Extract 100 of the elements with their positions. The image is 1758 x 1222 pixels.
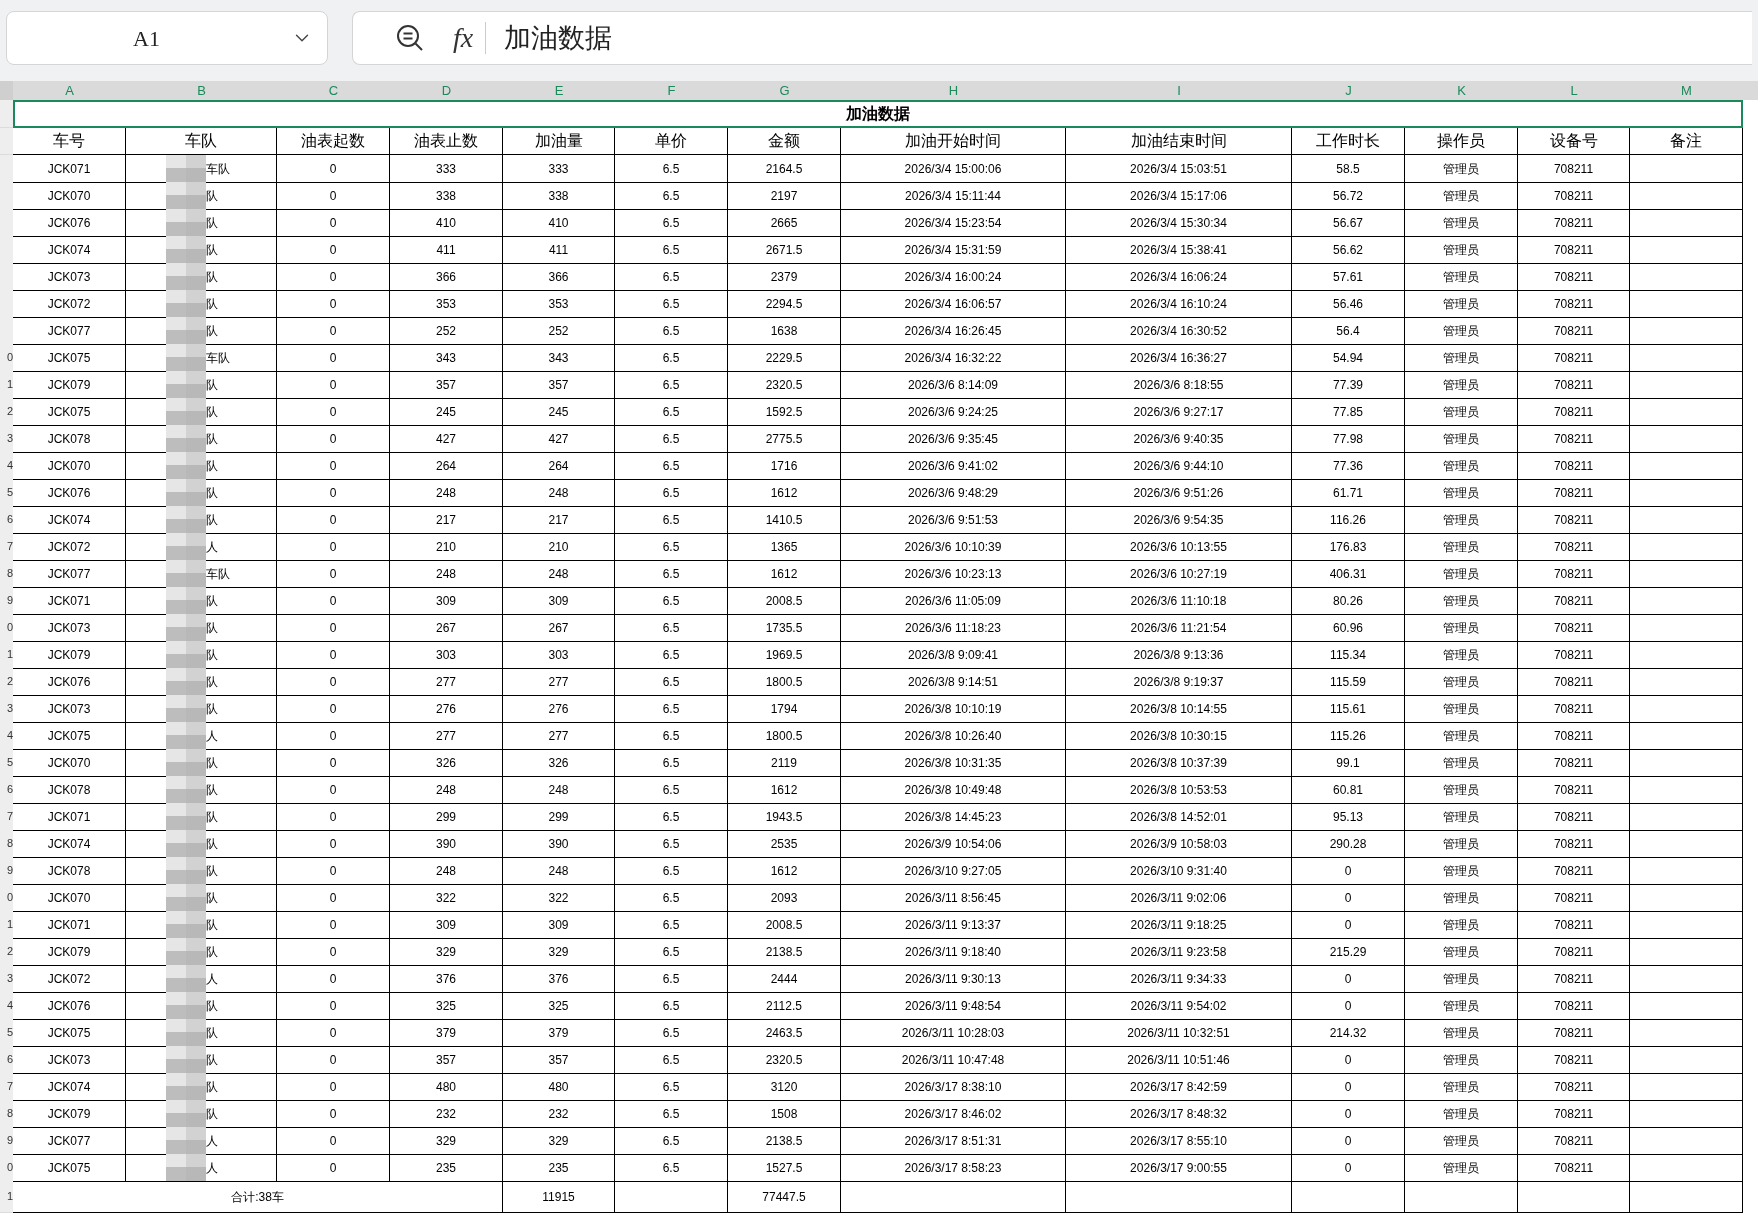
table-cell: 2026/3/6 11:05:09 [841, 587, 1066, 615]
table-cell: 0 [277, 209, 390, 237]
row-header[interactable]: 8 [0, 1100, 13, 1128]
table-cell: JCK073 [13, 1046, 126, 1074]
row-header[interactable]: 1 [0, 641, 13, 669]
table-cell: 0 [1292, 911, 1405, 939]
pixelation-mask [166, 479, 206, 506]
row-header[interactable] [0, 155, 13, 183]
table-cell: 管理员 [1405, 479, 1518, 507]
table-cell: 2026/3/6 9:44:10 [1066, 452, 1292, 480]
row-header[interactable]: 8 [0, 830, 13, 858]
table-cell: 411 [390, 236, 503, 264]
team-name: 队 [206, 1078, 218, 1096]
row-header[interactable]: 8 [0, 560, 13, 588]
table-cell: 0 [277, 614, 390, 642]
pixelation-mask [166, 290, 206, 317]
table-cell: 333 [390, 155, 503, 183]
row-header[interactable]: 7 [0, 803, 13, 831]
name-box[interactable]: A1 [6, 11, 328, 65]
row-header[interactable]: 6 [0, 506, 13, 534]
table-cell: 379 [503, 1019, 615, 1047]
pixelation-mask [166, 1154, 206, 1181]
pixelation-mask [166, 371, 206, 398]
table-cell: 299 [390, 803, 503, 831]
row-header[interactable]: 6 [0, 1046, 13, 1074]
formula-bar[interactable]: fx 加油数据 [352, 11, 1752, 65]
row-header[interactable]: 5 [0, 1019, 13, 1047]
table-cell: 0 [1292, 857, 1405, 885]
table-cell: 单价 [615, 128, 728, 155]
table-cell: JCK071 [13, 803, 126, 831]
table-cell: 0 [277, 452, 390, 480]
table-cell: 操作员 [1405, 128, 1518, 155]
team-name: 队 [206, 754, 218, 772]
row-header[interactable]: 1 [0, 371, 13, 399]
table-cell: 252 [390, 317, 503, 345]
title-cell[interactable]: 加油数据 [13, 100, 1743, 128]
table-cell: 0 [1292, 1100, 1405, 1128]
table-cell: 管理员 [1405, 209, 1518, 237]
pixelation-mask [166, 938, 206, 965]
table-cell: 2026/3/17 8:58:23 [841, 1154, 1066, 1182]
row-header[interactable]: 5 [0, 479, 13, 507]
select-all-corner[interactable] [0, 81, 13, 101]
row-header[interactable]: 2 [0, 938, 13, 966]
row-header[interactable]: 9 [0, 857, 13, 885]
row-header[interactable]: 4 [0, 452, 13, 480]
row-header[interactable]: 6 [0, 776, 13, 804]
table-cell: 0 [277, 992, 390, 1020]
table-cell: 管理员 [1405, 425, 1518, 453]
row-header[interactable]: 3 [0, 425, 13, 453]
table-cell: 2197 [728, 182, 841, 210]
row-header[interactable]: 0 [0, 344, 13, 372]
table-cell: 2026/3/6 9:35:45 [841, 425, 1066, 453]
row-header[interactable]: 3 [0, 965, 13, 993]
table-cell: 210 [503, 533, 615, 561]
table-cell: 管理员 [1405, 992, 1518, 1020]
table-cell: 2026/3/4 15:17:06 [1066, 182, 1292, 210]
pixelation-mask [166, 1073, 206, 1100]
table-cell: JCK070 [13, 884, 126, 912]
table-cell: 6.5 [615, 344, 728, 372]
table-cell: 合计:38车 [13, 1181, 503, 1213]
table-cell: 6.5 [615, 236, 728, 264]
table-cell: 248 [503, 857, 615, 885]
table-cell: JCK070 [13, 749, 126, 777]
pixelation-mask [166, 209, 206, 236]
row-header[interactable]: 4 [0, 992, 13, 1020]
table-cell: 248 [503, 479, 615, 507]
row-header[interactable]: 5 [0, 749, 13, 777]
table-cell: 金额 [728, 128, 841, 155]
row-header[interactable]: 1 [0, 1181, 13, 1213]
table-cell: 1969.5 [728, 641, 841, 669]
row-header[interactable]: 7 [0, 1073, 13, 1101]
row-header[interactable]: 3 [0, 695, 13, 723]
table-cell: 1943.5 [728, 803, 841, 831]
row-header[interactable]: 7 [0, 533, 13, 561]
row-header[interactable]: 1 [0, 911, 13, 939]
function-button[interactable]: fx [443, 22, 487, 54]
table-cell: 56.4 [1292, 317, 1405, 345]
row-header[interactable] [0, 128, 13, 155]
pixelation-mask [166, 614, 206, 641]
table-cell: 6.5 [615, 209, 728, 237]
table-cell: 2775.5 [728, 425, 841, 453]
table-cell: 管理员 [1405, 641, 1518, 669]
table-cell: 277 [390, 722, 503, 750]
row-header[interactable]: 9 [0, 1127, 13, 1155]
row-header[interactable]: 9 [0, 587, 13, 615]
row-header[interactable]: 0 [0, 1154, 13, 1182]
table-cell: 77.36 [1292, 452, 1405, 480]
row-header[interactable]: 0 [0, 884, 13, 912]
row-header[interactable]: 2 [0, 398, 13, 426]
table-cell: 708211 [1518, 776, 1630, 804]
row-header[interactable]: 0 [0, 614, 13, 642]
table-cell: 2026/3/8 9:14:51 [841, 668, 1066, 696]
row-header[interactable]: 4 [0, 722, 13, 750]
pixelation-mask [166, 560, 206, 587]
formula-value[interactable]: 加油数据 [504, 17, 613, 59]
row-header[interactable]: 2 [0, 668, 13, 696]
zoom-out-icon[interactable] [395, 23, 425, 53]
pixelation-mask [166, 722, 206, 749]
table-cell: 管理员 [1405, 290, 1518, 318]
row-header[interactable] [0, 100, 13, 128]
